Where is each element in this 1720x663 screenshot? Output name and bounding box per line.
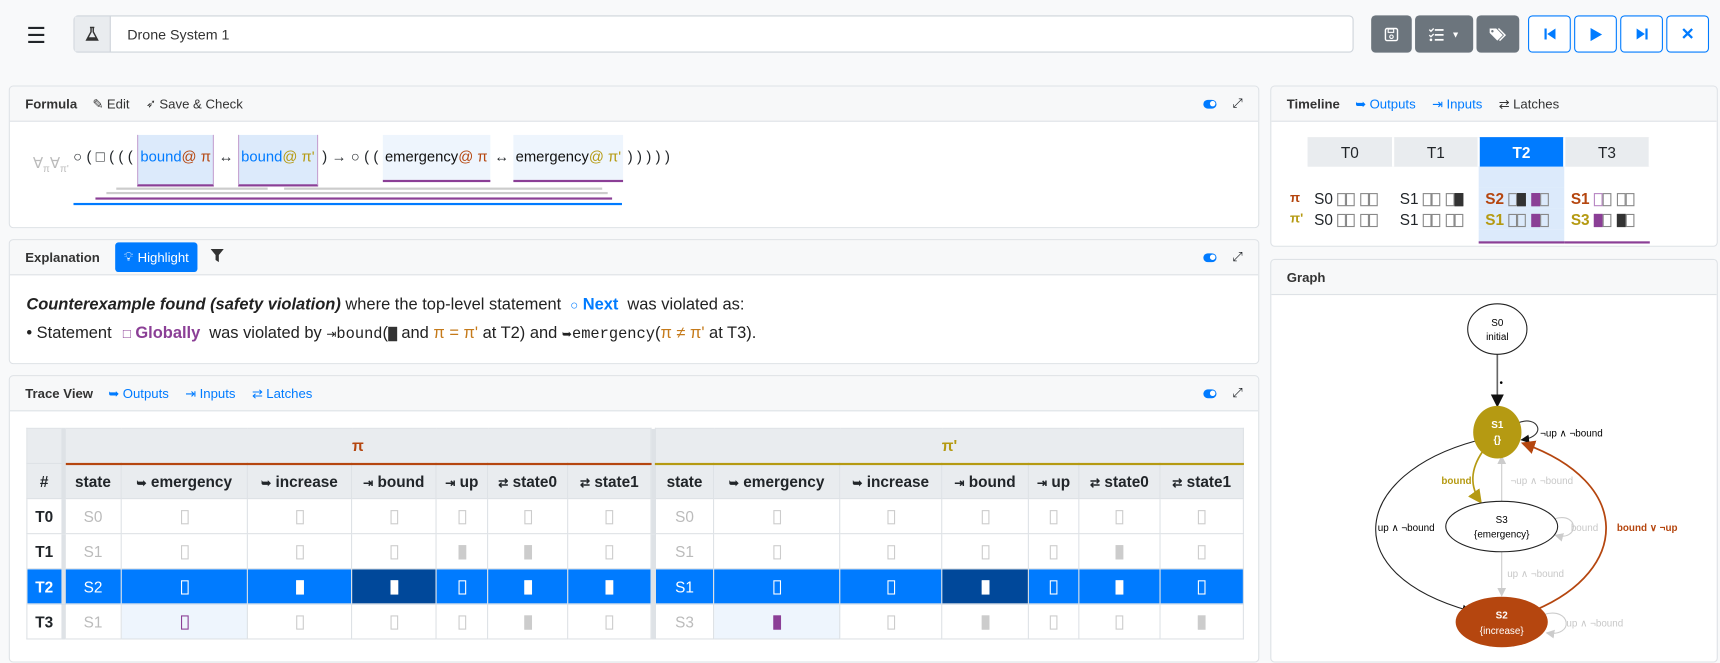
graph-node-s0[interactable]: S0 initial	[1467, 303, 1528, 355]
graph-edge-label: ¬up ∧ ¬bound	[1510, 476, 1573, 487]
svg-text:{increase}: {increase}	[1480, 626, 1525, 637]
graph-edge	[1468, 450, 1484, 504]
svg-text:S0: S0	[1491, 318, 1504, 329]
graph-edge-label: bound ∨ ¬up	[1617, 523, 1678, 534]
svg-text:{emergency}: {emergency}	[1474, 530, 1530, 541]
graph-edge-label: up ∧ ¬bound	[1507, 569, 1564, 580]
graph-node-s1[interactable]: S1 {}	[1473, 405, 1522, 459]
graph-edge-label: ¬up ∧ ¬bound	[1540, 429, 1603, 440]
graph-edge-label: bound	[1441, 476, 1471, 487]
graph-edge-label: •	[1500, 378, 1504, 389]
graph-node-s2[interactable]: S2 {increase}	[1455, 596, 1548, 648]
graph-edge-label: up ∧ ¬bound	[1378, 523, 1435, 534]
svg-text:S3: S3	[1496, 515, 1509, 526]
svg-text:initial: initial	[1486, 332, 1508, 343]
svg-text:S2: S2	[1496, 611, 1509, 622]
graph-edge	[1544, 612, 1567, 639]
svg-text:S1: S1	[1491, 420, 1504, 431]
graph-edge-label: bound	[1571, 523, 1598, 534]
svg-text:{}: {}	[1493, 435, 1501, 446]
graph-node-s3[interactable]: S3 {emergency}	[1445, 500, 1559, 553]
state-graph: • ¬up ∧ ¬bound bound ¬up ∧ ¬bound bound …	[1375, 303, 1678, 648]
graph-edge-label: up ∧ ¬bound	[1566, 618, 1623, 629]
